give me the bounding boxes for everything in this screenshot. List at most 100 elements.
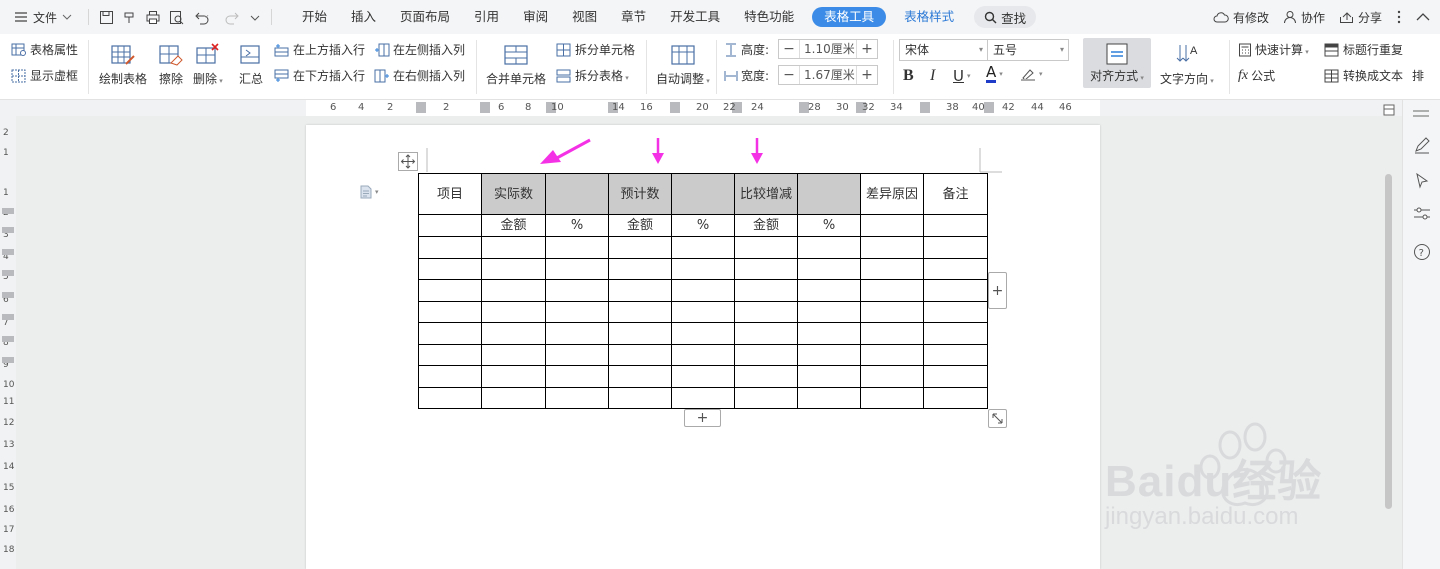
tab-table-tools[interactable]: 表格工具 bbox=[812, 7, 887, 27]
scrollbar-thumb[interactable] bbox=[1385, 174, 1392, 509]
table-cell[interactable] bbox=[860, 214, 924, 237]
convert-text-button[interactable]: 转换成文本 bbox=[1324, 67, 1403, 84]
table-cell[interactable] bbox=[481, 386, 546, 409]
decrease-height-button[interactable]: − bbox=[779, 41, 799, 57]
table-cell[interactable]: 金额 bbox=[608, 214, 672, 237]
select-cursor-icon[interactable] bbox=[1414, 172, 1430, 190]
table-cell[interactable] bbox=[545, 322, 609, 345]
table-cell[interactable]: 差异原因 bbox=[860, 173, 924, 215]
table-cell[interactable] bbox=[608, 386, 672, 409]
table-cell[interactable] bbox=[418, 279, 482, 302]
split-table-button[interactable]: 拆分表格 ▾ bbox=[556, 67, 629, 84]
file-menu[interactable]: 文件 bbox=[0, 9, 84, 26]
ruler-column-marker[interactable] bbox=[984, 102, 994, 113]
summary-button[interactable]: 汇总 bbox=[238, 40, 264, 87]
italic-button[interactable]: I bbox=[930, 67, 935, 85]
table-cell[interactable] bbox=[734, 386, 798, 409]
table-cell[interactable] bbox=[418, 365, 482, 388]
table-cell[interactable] bbox=[418, 343, 482, 366]
collab-button[interactable]: 协作 bbox=[1283, 9, 1325, 26]
table-cell[interactable] bbox=[545, 236, 609, 259]
table-cell[interactable] bbox=[923, 300, 988, 323]
table-cell[interactable] bbox=[418, 386, 482, 409]
insert-col-left-button[interactable]: 在左侧插入列 bbox=[374, 41, 465, 58]
horizontal-ruler[interactable]: 6 4 2 2 6 8 10 14 16 20 22 24 28 30 32 34 38 40 42 44 46 bbox=[0, 100, 1402, 116]
table-cell[interactable] bbox=[545, 257, 609, 280]
table-cell[interactable] bbox=[923, 386, 988, 409]
table-cell[interactable] bbox=[481, 365, 546, 388]
table-cell[interactable] bbox=[671, 279, 735, 302]
print-preview-icon[interactable] bbox=[169, 10, 185, 25]
search-box[interactable]: 查找 bbox=[974, 6, 1037, 28]
increase-width-button[interactable]: + bbox=[857, 67, 877, 83]
add-column-button[interactable]: + bbox=[988, 272, 1007, 309]
col-width-stepper[interactable]: − 1.67厘米 + bbox=[778, 65, 878, 85]
ruler-row-marker[interactable] bbox=[2, 314, 14, 320]
table-cell[interactable] bbox=[734, 279, 798, 302]
settings-sliders-icon[interactable] bbox=[1413, 206, 1431, 222]
paragraph-options[interactable]: ▾ bbox=[360, 185, 379, 199]
save-icon[interactable] bbox=[99, 10, 114, 25]
table-cell[interactable] bbox=[923, 322, 988, 345]
table-cell[interactable]: % bbox=[545, 214, 609, 237]
resize-table-handle[interactable] bbox=[988, 409, 1007, 428]
table-cell[interactable] bbox=[860, 236, 924, 259]
tab-review[interactable]: 审阅 bbox=[511, 0, 560, 34]
panel-collapse-icon[interactable] bbox=[1412, 108, 1430, 118]
table-cell[interactable] bbox=[671, 322, 735, 345]
add-row-button[interactable]: + bbox=[684, 409, 721, 427]
table-cell[interactable] bbox=[923, 257, 988, 280]
tab-chapter[interactable]: 章节 bbox=[609, 0, 658, 34]
table-cell[interactable] bbox=[734, 300, 798, 323]
table-cell[interactable] bbox=[671, 386, 735, 409]
table-cell[interactable] bbox=[860, 279, 924, 302]
table-cell[interactable] bbox=[797, 365, 861, 388]
table-cell[interactable] bbox=[608, 343, 672, 366]
text-direction-button[interactable]: A 文字方向 ▾ bbox=[1160, 40, 1214, 87]
table-cell[interactable] bbox=[608, 300, 672, 323]
tab-references[interactable]: 引用 bbox=[462, 0, 511, 34]
delete-button[interactable]: 删除 ▾ bbox=[193, 40, 223, 87]
auto-fit-button[interactable]: 自动调整 ▾ bbox=[656, 40, 710, 87]
tab-table-style[interactable]: 表格样式 bbox=[892, 0, 966, 34]
show-gridlines-button[interactable]: 显示虚框 bbox=[11, 67, 78, 84]
ruler-row-marker[interactable] bbox=[2, 336, 14, 342]
table-cell[interactable] bbox=[418, 300, 482, 323]
help-icon[interactable]: ? bbox=[1413, 243, 1431, 261]
table-cell[interactable] bbox=[608, 322, 672, 345]
ruler-column-marker[interactable] bbox=[920, 102, 930, 113]
decrease-width-button[interactable]: − bbox=[779, 67, 799, 83]
table-cell[interactable] bbox=[608, 279, 672, 302]
more-icon[interactable] bbox=[1396, 10, 1402, 24]
ruler-toggle-icon[interactable] bbox=[1383, 104, 1395, 116]
table-cell[interactable] bbox=[545, 173, 609, 215]
table-cell[interactable] bbox=[418, 257, 482, 280]
ruler-row-marker[interactable] bbox=[2, 208, 14, 214]
ruler-column-marker[interactable] bbox=[480, 102, 490, 113]
table-cell[interactable] bbox=[860, 343, 924, 366]
vertical-scrollbar[interactable] bbox=[1379, 116, 1402, 569]
table-cell[interactable] bbox=[481, 257, 546, 280]
redo-icon[interactable] bbox=[225, 10, 241, 25]
tab-developer[interactable]: 开发工具 bbox=[658, 0, 732, 34]
table-cell[interactable]: % bbox=[797, 214, 861, 237]
table-cell[interactable] bbox=[608, 257, 672, 280]
insert-row-above-button[interactable]: 在上方插入行 bbox=[274, 41, 365, 58]
table-cell[interactable] bbox=[671, 236, 735, 259]
table-cell[interactable]: 备注 bbox=[923, 173, 988, 215]
print-icon[interactable] bbox=[145, 10, 161, 25]
bold-button[interactable]: B bbox=[903, 67, 914, 85]
share-button[interactable]: 分享 bbox=[1339, 9, 1382, 26]
table-cell[interactable] bbox=[418, 236, 482, 259]
tab-view[interactable]: 视图 bbox=[560, 0, 609, 34]
ruler-row-marker[interactable] bbox=[2, 270, 14, 276]
ruler-row-marker[interactable] bbox=[2, 292, 14, 298]
ruler-column-marker[interactable] bbox=[416, 102, 426, 113]
table-cell[interactable]: 金额 bbox=[734, 214, 798, 237]
increase-height-button[interactable]: + bbox=[857, 41, 877, 57]
row-height-stepper[interactable]: − 1.10厘米 + bbox=[778, 39, 878, 59]
table-cell[interactable] bbox=[671, 173, 735, 215]
table-cell[interactable] bbox=[860, 386, 924, 409]
table-cell[interactable] bbox=[671, 300, 735, 323]
table-cell[interactable]: 比较增减 bbox=[734, 173, 798, 215]
